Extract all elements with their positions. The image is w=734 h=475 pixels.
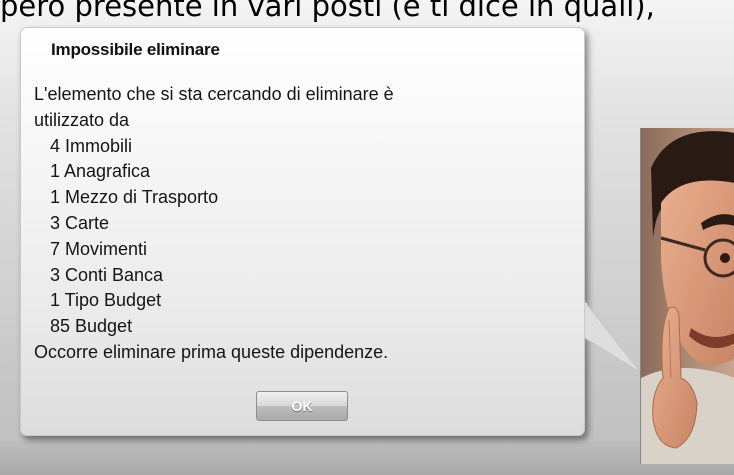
intro-line-2: utilizzato da <box>34 109 130 130</box>
man-pointing-photo <box>640 128 734 464</box>
dependency-item: 3 Conti Banca <box>50 264 164 285</box>
error-dialog: Impossibile eliminare L'elemento che si … <box>20 27 585 436</box>
footer-message: Occorre eliminare prima queste dipendenz… <box>34 341 389 362</box>
man-pointing-photo-icon <box>641 128 734 464</box>
dependency-item: 1 Anagrafica <box>50 161 151 182</box>
dependency-list: 4 Immobili 1 Anagrafica 1 Mezzo di Trasp… <box>34 134 574 340</box>
dependency-item: 3 Carte <box>50 212 110 233</box>
speech-bubble-tail-icon <box>585 301 641 373</box>
intro-line-1: L'elemento che si sta cercando di elimin… <box>34 84 394 104</box>
dependency-item: 1 Mezzo di Trasporto <box>50 187 219 208</box>
dependency-item: 1 Tipo Budget <box>50 290 162 311</box>
ok-button[interactable]: OK <box>256 391 348 421</box>
dependency-item: 85 Budget <box>50 316 133 337</box>
background-caption: però presente in vari posti (e ti dice i… <box>0 0 655 23</box>
dialog-title: Impossibile eliminare <box>51 40 220 59</box>
dialog-message: L'elemento che si sta cercando di elimin… <box>34 82 574 366</box>
bottom-strip <box>0 442 734 475</box>
dependency-item: 7 Movimenti <box>50 238 148 259</box>
dependency-item: 4 Immobili <box>50 135 133 156</box>
